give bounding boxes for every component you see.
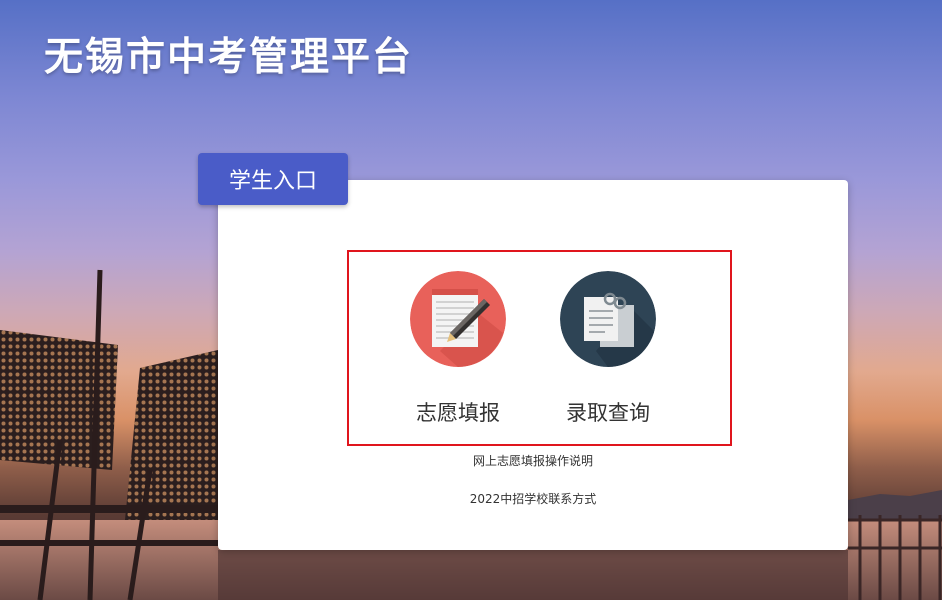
page-title: 无锡市中考管理平台 <box>44 35 414 80</box>
operation-guide-link[interactable]: 网上志愿填报操作说明 <box>218 452 848 469</box>
admission-query-label: 录取查询 <box>566 401 650 425</box>
volunteer-fill-label: 志愿填报 <box>416 401 500 425</box>
tab-student-entry[interactable]: 学生入口 <box>198 153 348 205</box>
volunteer-fill-button[interactable]: 志愿填报 <box>378 271 538 427</box>
clipped-papers-icon <box>560 271 656 367</box>
school-contacts-link[interactable]: 2022中招学校联系方式 <box>218 490 848 507</box>
pen-notepad-icon <box>410 271 506 367</box>
admission-query-button[interactable]: 录取查询 <box>528 271 688 427</box>
